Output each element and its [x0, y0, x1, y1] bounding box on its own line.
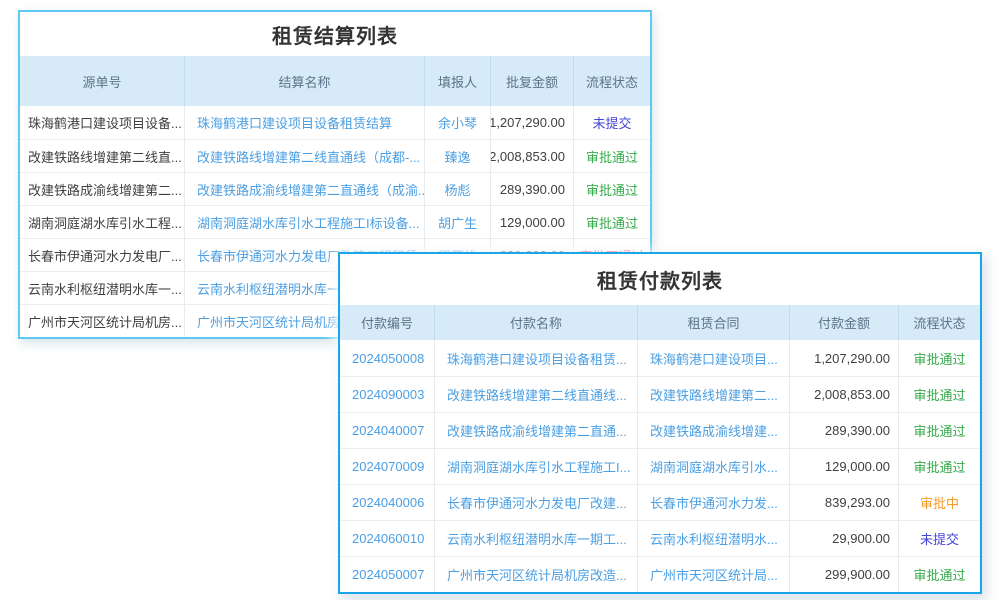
settlement_table-row: 改建铁路线增建第二线直...改建铁路线增建第二线直通线（成都-...臻逸2,00…	[20, 139, 650, 172]
payment-table-body: 2024050008珠海鹤港口建设项目设备租赁...珠海鹤港口建设项目...1,…	[340, 340, 980, 592]
cell-source-order-no: 长春市伊通河水力发电厂...	[20, 239, 185, 271]
cell-source-order-no: 珠海鹤港口建设项目设备...	[20, 106, 185, 139]
settlement_table-row: 改建铁路成渝线增建第二...改建铁路成渝线增建第二直通线（成渝...杨彪289,…	[20, 172, 650, 205]
cell-payment-no-link[interactable]: 2024040006	[340, 485, 435, 520]
cell-reporter-link[interactable]: 余小琴	[425, 106, 491, 139]
settlement_table-column-header-4: 流程状态	[574, 56, 650, 106]
settlement_table-column-header-2: 填报人	[425, 56, 491, 106]
cell-payment-amount: 29,900.00	[790, 521, 899, 556]
cell-source-order-no: 湖南洞庭湖水库引水工程...	[20, 206, 185, 238]
cell-settlement-name-link[interactable]: 改建铁路线增建第二线直通线（成都-...	[185, 140, 425, 172]
cell-payment-no-link[interactable]: 2024050007	[340, 557, 435, 592]
payment_table-row: 2024050008珠海鹤港口建设项目设备租赁...珠海鹤港口建设项目...1,…	[340, 340, 980, 376]
cell-payment-amount: 2,008,853.00	[790, 377, 899, 412]
cell-payment-name-link[interactable]: 云南水利枢纽潜明水库一期工...	[435, 521, 638, 556]
cell-process-status: 审批通过	[574, 173, 650, 205]
cell-process-status: 审批通过	[899, 557, 980, 592]
payment_table-row: 2024070009湖南洞庭湖水库引水工程施工I...湖南洞庭湖水库引水...1…	[340, 448, 980, 484]
cell-settlement-name-link[interactable]: 改建铁路成渝线增建第二直通线（成渝...	[185, 173, 425, 205]
payment_table-column-header-3: 付款金额	[790, 305, 899, 340]
payment_table-row: 2024040007改建铁路成渝线增建第二直通...改建铁路成渝线增建...28…	[340, 412, 980, 448]
page: 租赁结算列表 源单号结算名称填报人批复金额流程状态 珠海鹤港口建设项目设备...…	[0, 0, 1000, 600]
cell-payment-name-link[interactable]: 改建铁路线增建第二线直通线...	[435, 377, 638, 412]
cell-payment-amount: 299,900.00	[790, 557, 899, 592]
cell-payment-name-link[interactable]: 广州市天河区统计局机房改造...	[435, 557, 638, 592]
cell-payment-name-link[interactable]: 珠海鹤港口建设项目设备租赁...	[435, 340, 638, 376]
cell-process-status: 未提交	[574, 106, 650, 139]
cell-lease-contract-link[interactable]: 湖南洞庭湖水库引水...	[638, 449, 790, 484]
cell-approved-amount: 129,000.00	[491, 206, 574, 238]
cell-process-status: 审批通过	[574, 206, 650, 238]
cell-payment-no-link[interactable]: 2024070009	[340, 449, 435, 484]
cell-payment-amount: 129,000.00	[790, 449, 899, 484]
cell-payment-no-link[interactable]: 2024060010	[340, 521, 435, 556]
cell-payment-name-link[interactable]: 长春市伊通河水力发电厂改建...	[435, 485, 638, 520]
payment_table-column-header-4: 流程状态	[899, 305, 980, 340]
settlement_table-column-header-0: 源单号	[20, 56, 185, 106]
cell-lease-contract-link[interactable]: 广州市天河区统计局...	[638, 557, 790, 592]
cell-process-status: 审批通过	[899, 449, 980, 484]
cell-reporter-link[interactable]: 胡广生	[425, 206, 491, 238]
settlement_table-column-header-1: 结算名称	[185, 56, 425, 106]
cell-lease-contract-link[interactable]: 改建铁路成渝线增建...	[638, 413, 790, 448]
settlement_table-row: 湖南洞庭湖水库引水工程...湖南洞庭湖水库引水工程施工I标设备...胡广生129…	[20, 205, 650, 238]
cell-process-status: 未提交	[899, 521, 980, 556]
payment-table-panel: 租赁付款列表 付款编号付款名称租赁合同付款金额流程状态 2024050008珠海…	[338, 252, 982, 594]
cell-payment-no-link[interactable]: 2024090003	[340, 377, 435, 412]
cell-source-order-no: 云南水利枢纽潜明水库一...	[20, 272, 185, 304]
payment_table-row: 2024090003改建铁路线增建第二线直通线...改建铁路线增建第二...2,…	[340, 376, 980, 412]
cell-lease-contract-link[interactable]: 长春市伊通河水力发...	[638, 485, 790, 520]
cell-approved-amount: 289,390.00	[491, 173, 574, 205]
cell-source-order-no: 改建铁路成渝线增建第二...	[20, 173, 185, 205]
cell-approved-amount: 2,008,853.00	[491, 140, 574, 172]
payment_table-row: 2024040006长春市伊通河水力发电厂改建...长春市伊通河水力发...83…	[340, 484, 980, 520]
settlement_table-column-header-3: 批复金额	[491, 56, 574, 106]
cell-payment-amount: 1,207,290.00	[790, 340, 899, 376]
cell-payment-no-link[interactable]: 2024040007	[340, 413, 435, 448]
cell-payment-amount: 289,390.00	[790, 413, 899, 448]
cell-approved-amount: 1,207,290.00	[491, 106, 574, 139]
payment_table-column-header-1: 付款名称	[435, 305, 638, 340]
payment-table-title: 租赁付款列表	[340, 254, 980, 305]
settlement-table-title: 租赁结算列表	[20, 12, 650, 56]
cell-process-status: 审批通过	[899, 377, 980, 412]
settlement-table-header-row: 源单号结算名称填报人批复金额流程状态	[20, 56, 650, 106]
cell-reporter-link[interactable]: 臻逸	[425, 140, 491, 172]
cell-lease-contract-link[interactable]: 云南水利枢纽潜明水...	[638, 521, 790, 556]
cell-process-status: 审批中	[899, 485, 980, 520]
payment_table-column-header-2: 租赁合同	[638, 305, 790, 340]
cell-process-status: 审批通过	[899, 340, 980, 376]
payment_table-row: 2024050007广州市天河区统计局机房改造...广州市天河区统计局...29…	[340, 556, 980, 592]
cell-payment-name-link[interactable]: 湖南洞庭湖水库引水工程施工I...	[435, 449, 638, 484]
cell-settlement-name-link[interactable]: 湖南洞庭湖水库引水工程施工I标设备...	[185, 206, 425, 238]
cell-lease-contract-link[interactable]: 珠海鹤港口建设项目...	[638, 340, 790, 376]
cell-payment-name-link[interactable]: 改建铁路成渝线增建第二直通...	[435, 413, 638, 448]
cell-process-status: 审批通过	[899, 413, 980, 448]
settlement_table-row: 珠海鹤港口建设项目设备...珠海鹤港口建设项目设备租赁结算余小琴1,207,29…	[20, 106, 650, 139]
cell-source-order-no: 广州市天河区统计局机房...	[20, 305, 185, 337]
cell-lease-contract-link[interactable]: 改建铁路线增建第二...	[638, 377, 790, 412]
cell-source-order-no: 改建铁路线增建第二线直...	[20, 140, 185, 172]
cell-payment-amount: 839,293.00	[790, 485, 899, 520]
cell-reporter-link[interactable]: 杨彪	[425, 173, 491, 205]
payment_table-row: 2024060010云南水利枢纽潜明水库一期工...云南水利枢纽潜明水...29…	[340, 520, 980, 556]
payment-table-header-row: 付款编号付款名称租赁合同付款金额流程状态	[340, 305, 980, 340]
cell-payment-no-link[interactable]: 2024050008	[340, 340, 435, 376]
payment_table-column-header-0: 付款编号	[340, 305, 435, 340]
cell-settlement-name-link[interactable]: 珠海鹤港口建设项目设备租赁结算	[185, 106, 425, 139]
cell-process-status: 审批通过	[574, 140, 650, 172]
